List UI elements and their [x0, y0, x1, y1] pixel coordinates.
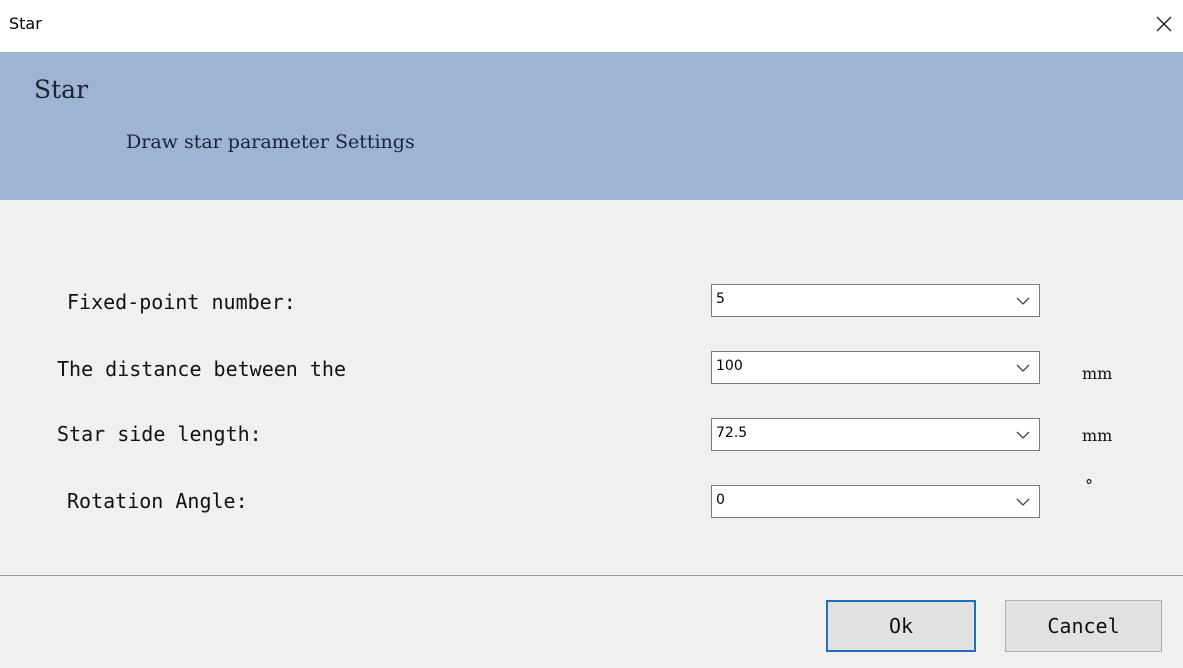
side-length-dropdown[interactable]: 72.5 [711, 418, 1040, 451]
title-bar: Star [0, 0, 1183, 52]
fixed-point-number-value: 5 [716, 291, 725, 307]
distance-dropdown[interactable]: 100 [711, 351, 1040, 384]
rotation-angle-value: 0 [716, 492, 725, 508]
side-length-label: Star side length: [57, 422, 262, 446]
chevron-down-icon [1016, 431, 1030, 439]
fixed-point-number-dropdown[interactable]: 5 [711, 284, 1040, 317]
rotation-angle-unit: ° [1085, 476, 1093, 495]
fixed-point-number-label: Fixed-point number: [67, 290, 296, 314]
distance-unit: mm [1082, 364, 1113, 383]
form-area: Fixed-point number: 5 The distance betwe… [0, 200, 1183, 575]
distance-label: The distance between the [57, 357, 346, 381]
chevron-down-icon [1016, 297, 1030, 305]
close-icon [1156, 16, 1172, 32]
header-banner: Star Draw star parameter Settings [0, 52, 1183, 200]
chevron-down-icon [1016, 498, 1030, 506]
close-button[interactable] [1150, 10, 1178, 38]
distance-value: 100 [716, 358, 743, 374]
rotation-angle-label: Rotation Angle: [67, 489, 248, 513]
chevron-down-icon [1016, 364, 1030, 372]
side-length-value: 72.5 [716, 425, 748, 441]
banner-title: Star [34, 75, 89, 104]
rotation-angle-dropdown[interactable]: 0 [711, 485, 1040, 518]
cancel-button[interactable]: Cancel [1005, 600, 1162, 652]
side-length-unit: mm [1082, 426, 1113, 445]
window-title: Star [9, 14, 42, 33]
banner-subtitle: Draw star parameter Settings [126, 131, 415, 153]
ok-button[interactable]: Ok [826, 600, 976, 652]
button-bar: Ok Cancel [0, 576, 1183, 668]
